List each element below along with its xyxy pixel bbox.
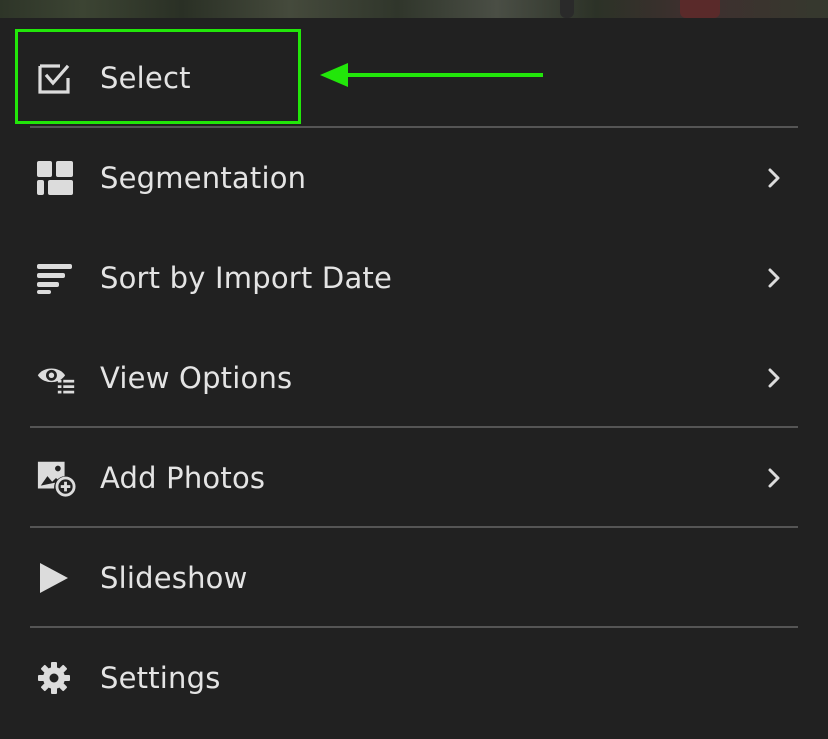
menu-item-label: View Options — [100, 361, 293, 395]
menu-item-settings[interactable]: Settings — [0, 628, 828, 728]
menu-item-segmentation[interactable]: Segmentation — [0, 128, 828, 228]
chevron-right-icon — [768, 268, 780, 288]
menu-item-label: Slideshow — [100, 561, 248, 595]
eye-list-icon — [36, 358, 76, 398]
menu-item-add-photos[interactable]: Add Photos — [0, 428, 828, 528]
menu-item-label: Segmentation — [100, 161, 307, 195]
menu-item-label: Add Photos — [100, 461, 266, 495]
photo-detail — [680, 0, 720, 18]
add-photo-icon — [36, 458, 76, 498]
photo-detail — [560, 0, 574, 18]
menu-item-label: Settings — [100, 661, 221, 695]
gear-icon — [36, 658, 76, 698]
chevron-right-icon — [768, 368, 780, 388]
menu-item-sort[interactable]: Sort by Import Date — [0, 228, 828, 328]
chevron-right-icon — [768, 168, 780, 188]
sort-lines-icon — [36, 258, 76, 298]
photo-background-strip — [0, 0, 828, 18]
menu-item-label: Select — [100, 61, 191, 95]
menu-item-slideshow[interactable]: Slideshow — [0, 528, 828, 628]
play-icon — [36, 558, 76, 598]
chevron-right-icon — [768, 468, 780, 488]
checkbox-icon — [36, 58, 76, 98]
annotation-arrow-icon — [320, 63, 543, 87]
segmentation-grid-icon — [36, 158, 76, 198]
menu-item-label: Sort by Import Date — [100, 261, 393, 295]
menu-item-view-options[interactable]: View Options — [0, 328, 828, 428]
